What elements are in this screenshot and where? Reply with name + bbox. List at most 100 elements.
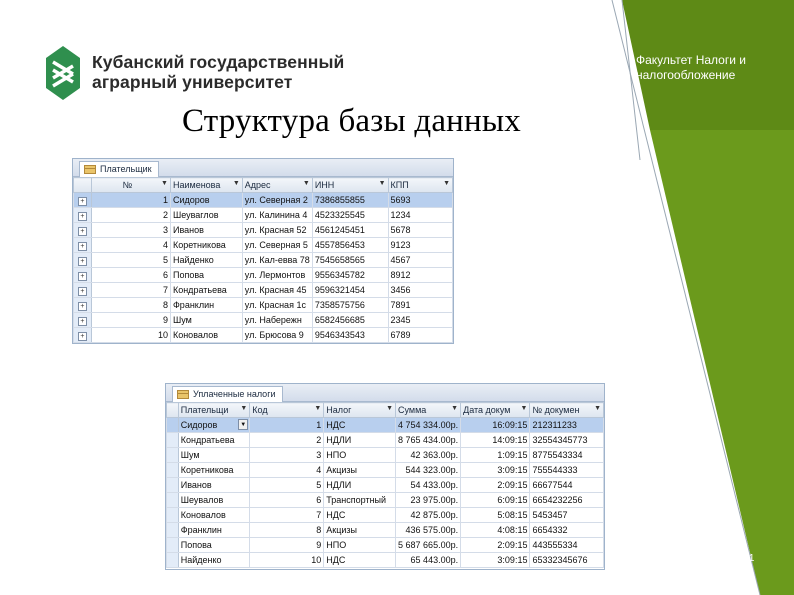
cell-doc-date[interactable]: 5:08:15 [460, 507, 531, 523]
cell-code[interactable]: 10 [249, 552, 325, 568]
cell-name[interactable]: Кондратьева [169, 282, 243, 298]
row-selector[interactable]: + [73, 312, 92, 328]
cell-payer[interactable]: Иванов [177, 477, 251, 493]
cell-doc-date[interactable]: 2:09:15 [460, 537, 531, 553]
cell-inn[interactable]: 4557856453 [311, 237, 389, 253]
cell-address[interactable]: ул. Брюсова 9 [241, 327, 313, 343]
cell-address[interactable]: ул. Набережн [241, 312, 313, 328]
table-row[interactable]: Попова 9 НПО 5 687 665.00р. 2:09:15 443555334 [166, 537, 604, 553]
cell-amount[interactable]: 42 363.00р. [395, 447, 462, 463]
row-selector[interactable] [166, 432, 179, 448]
cell-doc-number[interactable]: 755544333 [529, 462, 604, 478]
cell-kpp[interactable]: 1234 [387, 207, 453, 223]
row-selector[interactable]: + [73, 252, 92, 268]
table-row[interactable]: Коновалов 7 НДС 42 875.00р. 5:08:15 5453457 [166, 507, 604, 523]
row-selector[interactable]: + [73, 192, 92, 208]
expand-icon[interactable]: + [77, 301, 87, 311]
paid-taxes-table-tab[interactable]: Уплаченные налоги [172, 386, 283, 402]
cell-address[interactable]: ул. Калинина 4 [241, 207, 313, 223]
payers-table-tab[interactable]: Плательщик [79, 161, 159, 177]
table-row[interactable]: Коретникова 4 Акцизы 544 323.00р. 3:09:15 755… [166, 462, 604, 478]
table-row[interactable]: Шум 3 НПО 42 363.00р. 1:09:15 8775543334 [166, 447, 604, 463]
cell-name[interactable]: Найденко [169, 252, 243, 268]
cell-doc-number[interactable]: 6654332 [529, 522, 604, 538]
chevron-down-icon[interactable]: ▼ [379, 180, 386, 187]
cell-tax[interactable]: НПО [323, 537, 397, 553]
cell-code[interactable]: 4 [249, 462, 325, 478]
table-row[interactable]: Кондратьева 2 НДЛИ 8 765 434.00р. 14:09:15 32… [166, 432, 604, 448]
cell-name[interactable]: Коновалов [169, 327, 243, 343]
cell-doc-date[interactable]: 3:09:15 [460, 462, 531, 478]
expand-icon[interactable]: + [77, 331, 87, 341]
cell-tax[interactable]: НДС [323, 417, 397, 433]
cell-payer[interactable]: Кондратьева [177, 432, 251, 448]
table-row[interactable]: +10 Коновалов ул. Брюсова 9 9546343543 6789 [73, 327, 453, 343]
chevron-down-icon[interactable]: ▼ [451, 405, 458, 412]
col-header-payer[interactable]: Плательщи ▼ [177, 402, 251, 418]
row-selector[interactable] [166, 492, 179, 508]
cell-number[interactable]: 5 [90, 252, 171, 268]
row-selector[interactable]: + [73, 327, 92, 343]
table-row[interactable]: +3 Иванов ул. Красная 52 4561245451 5678 [73, 222, 453, 238]
cell-kpp[interactable]: 3456 [387, 282, 453, 298]
row-selector[interactable]: + [73, 237, 92, 253]
cell-code[interactable]: 8 [249, 522, 325, 538]
chevron-down-icon[interactable]: ▼ [594, 405, 601, 412]
cell-code[interactable]: 3 [249, 447, 325, 463]
row-selector[interactable] [166, 462, 179, 478]
cell-doc-date[interactable]: 4:08:15 [460, 522, 531, 538]
table-row[interactable]: Иванов 5 НДЛИ 54 433.00р. 2:09:15 66677544 [166, 477, 604, 493]
table-row[interactable]: Франклин 8 Акцизы 436 575.00р. 4:08:15 665433… [166, 522, 604, 538]
cell-kpp[interactable]: 9123 [387, 237, 453, 253]
col-header-amount[interactable]: Сумма ▼ [395, 402, 462, 418]
cell-inn[interactable]: 9546343543 [311, 327, 389, 343]
row-selector[interactable] [166, 537, 179, 553]
cell-inn[interactable]: 4523325545 [311, 207, 389, 223]
cell-name[interactable]: Шеуваглов [169, 207, 243, 223]
cell-number[interactable]: 10 [90, 327, 171, 343]
cell-inn[interactable]: 7358575756 [311, 297, 389, 313]
table-row[interactable]: +2 Шеуваглов ул. Калинина 4 4523325545 1234 [73, 207, 453, 223]
cell-address[interactable]: ул. Красная 45 [241, 282, 313, 298]
cell-doc-number[interactable]: 65332345676 [529, 552, 604, 568]
cell-doc-number[interactable]: 212311233 [529, 417, 604, 433]
expand-icon[interactable]: + [77, 271, 87, 281]
cell-address[interactable]: ул. Кал-евва 78 [241, 252, 313, 268]
cell-number[interactable]: 1 [90, 192, 171, 208]
col-header-name[interactable]: Наименова ▼ [169, 177, 243, 193]
cell-kpp[interactable]: 8912 [387, 267, 453, 283]
cell-number[interactable]: 7 [90, 282, 171, 298]
chevron-down-icon[interactable]: ▼ [240, 405, 247, 412]
cell-doc-number[interactable]: 6654232256 [529, 492, 604, 508]
cell-name[interactable]: Сидоров [169, 192, 243, 208]
chevron-down-icon[interactable]: ▼ [443, 180, 450, 187]
row-selector[interactable]: + [73, 222, 92, 238]
cell-tax[interactable]: Транспортный [323, 492, 397, 508]
cell-inn[interactable]: 4561245451 [311, 222, 389, 238]
cell-inn[interactable]: 6582456685 [311, 312, 389, 328]
table-row[interactable]: Шеувалов 6 Транспортный 23 975.00р. 6:09:15 6… [166, 492, 604, 508]
col-header-doc-number[interactable]: № докумен ▼ [529, 402, 604, 418]
cell-address[interactable]: ул. Красная 1с [241, 297, 313, 313]
row-selector[interactable] [166, 417, 179, 433]
row-selector-header[interactable] [73, 177, 92, 193]
cell-kpp[interactable]: 4567 [387, 252, 453, 268]
row-selector[interactable] [166, 522, 179, 538]
cell-doc-date[interactable]: 14:09:15 [460, 432, 531, 448]
cell-tax[interactable]: НДС [323, 507, 397, 523]
col-header-inn[interactable]: ИНН ▼ [311, 177, 389, 193]
chevron-down-icon[interactable]: ▼ [386, 405, 393, 412]
expand-icon[interactable]: + [77, 196, 87, 206]
cell-kpp[interactable]: 6789 [387, 327, 453, 343]
cell-kpp[interactable]: 7891 [387, 297, 453, 313]
combo-dropdown-icon[interactable]: ▼ [238, 419, 249, 430]
cell-inn[interactable]: 9556345782 [311, 267, 389, 283]
table-row[interactable]: +5 Найденко ул. Кал-евва 78 7545658565 4567 [73, 252, 453, 268]
row-selector[interactable]: + [73, 207, 92, 223]
expand-icon[interactable]: + [77, 226, 87, 236]
cell-address[interactable]: ул. Северная 2 [241, 192, 313, 208]
cell-tax[interactable]: НДЛИ [323, 432, 397, 448]
col-header-address[interactable]: Адрес ▼ [241, 177, 313, 193]
cell-doc-number[interactable]: 66677544 [529, 477, 604, 493]
cell-amount[interactable]: 544 323.00р. [395, 462, 462, 478]
